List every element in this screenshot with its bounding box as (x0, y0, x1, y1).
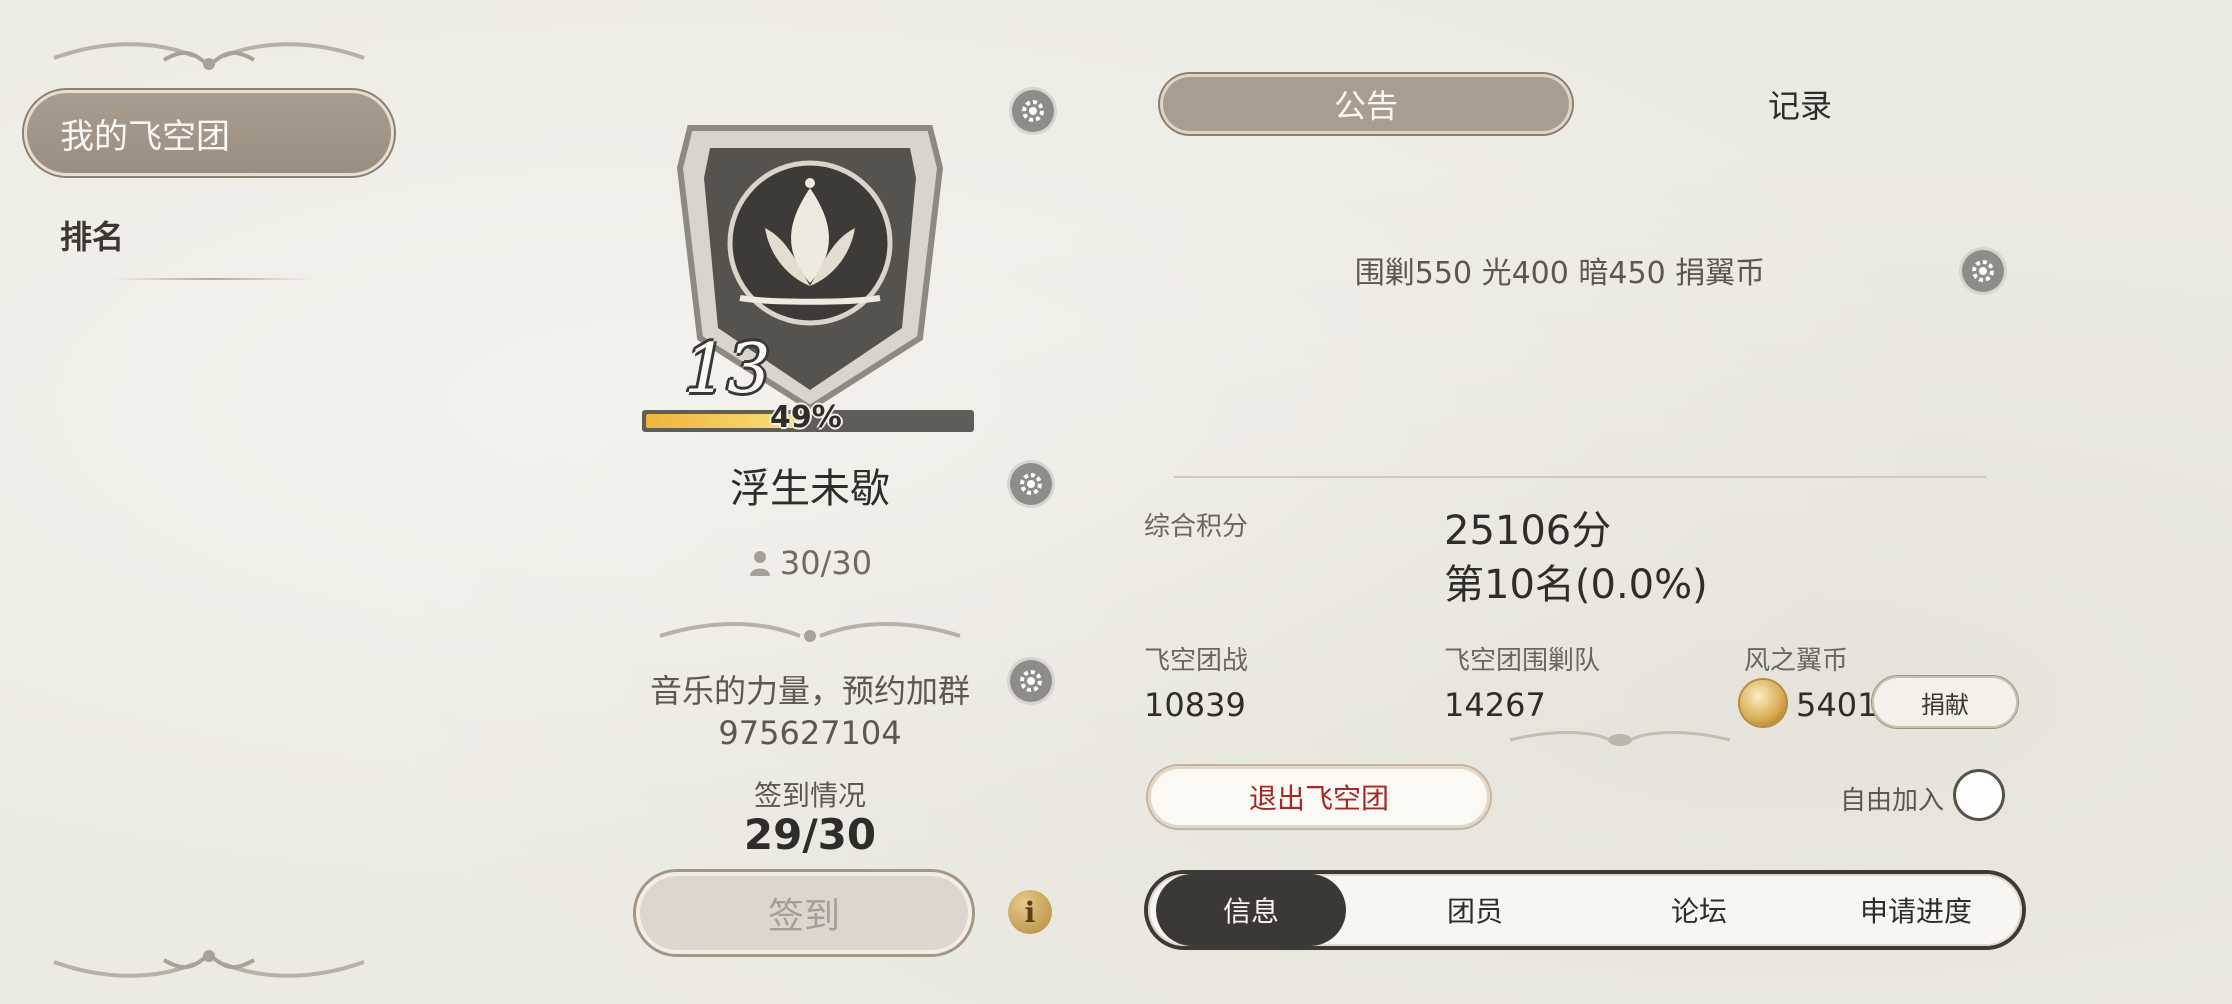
name-settings-gear-icon[interactable] (1010, 463, 1052, 505)
guild-progress-label: 49% (770, 400, 842, 435)
tab-records[interactable]: 记录 (1700, 76, 1900, 132)
tab-application-progress[interactable]: 申请进度 (1818, 874, 2014, 946)
section-divider (1174, 476, 1986, 478)
guild-name: 浮生未歇 (730, 466, 890, 512)
free-join-label: 自由加入 (1840, 786, 1945, 816)
bottom-ornament (53, 950, 365, 978)
announcement-settings-gear-icon[interactable] (1962, 250, 2004, 292)
tab-announcement[interactable]: 公告 (1160, 74, 1572, 134)
guild-level: 13 (684, 330, 771, 409)
description-settings-gear-icon[interactable] (1010, 660, 1052, 702)
airship-battle-value: 10839 (1144, 686, 1246, 724)
wind-coin-value: 5401 (1796, 686, 1878, 724)
siege-team-value: 14267 (1444, 686, 1546, 724)
signin-label: 签到情况 (753, 779, 866, 812)
emblem-settings-gear-icon[interactable] (1012, 90, 1054, 132)
sidebar-item-ranking[interactable]: 排名 (60, 212, 124, 258)
siege-team-label: 飞空团围剿队 (1444, 646, 1601, 676)
member-count: 30/30 (660, 544, 960, 582)
rank-value: 第10名(0.0%) (1444, 562, 1708, 608)
total-score-value: 25106分 (1444, 508, 1612, 554)
stats-ornament (1509, 731, 1731, 746)
guild-description-line2: 975627104 (718, 714, 902, 752)
free-join-toggle[interactable] (1956, 772, 2002, 818)
bottom-tab-bar: 信息 团员 论坛 申请进度 (1148, 874, 2022, 946)
guild-description-line1: 音乐的力量，预约加群 (649, 672, 970, 710)
announcement-text: 围剿550 光400 暗450 捐翼币 (1354, 256, 1766, 291)
coin-icon (1740, 680, 1786, 726)
guild-description: 音乐的力量，预约加群 975627104 (610, 670, 1010, 754)
airship-battle-label: 飞空团战 (1144, 646, 1249, 676)
info-icon[interactable]: i (1008, 890, 1052, 934)
tab-forum[interactable]: 论坛 (1604, 874, 1794, 946)
description-ornament (659, 622, 961, 642)
member-icon (749, 551, 770, 576)
donate-button[interactable]: 捐献 (1872, 676, 2018, 728)
sidebar-divider (112, 278, 312, 280)
sidebar-item-my-guild[interactable]: 我的飞空团 (24, 90, 394, 176)
total-score-label: 综合积分 (1144, 512, 1249, 542)
exit-guild-button[interactable]: 退出飞空团 (1148, 766, 1490, 828)
signin-value: 29/30 (743, 810, 877, 859)
tab-info[interactable]: 信息 (1156, 874, 1346, 946)
signin-button[interactable]: 签到 (636, 872, 972, 954)
wind-coin-label: 风之翼币 (1744, 646, 1849, 676)
top-ornament (53, 42, 365, 70)
sidebar-item-label: 我的飞空团 (60, 116, 230, 157)
member-count-value: 30/30 (779, 544, 873, 582)
tab-members[interactable]: 团员 (1380, 874, 1570, 946)
